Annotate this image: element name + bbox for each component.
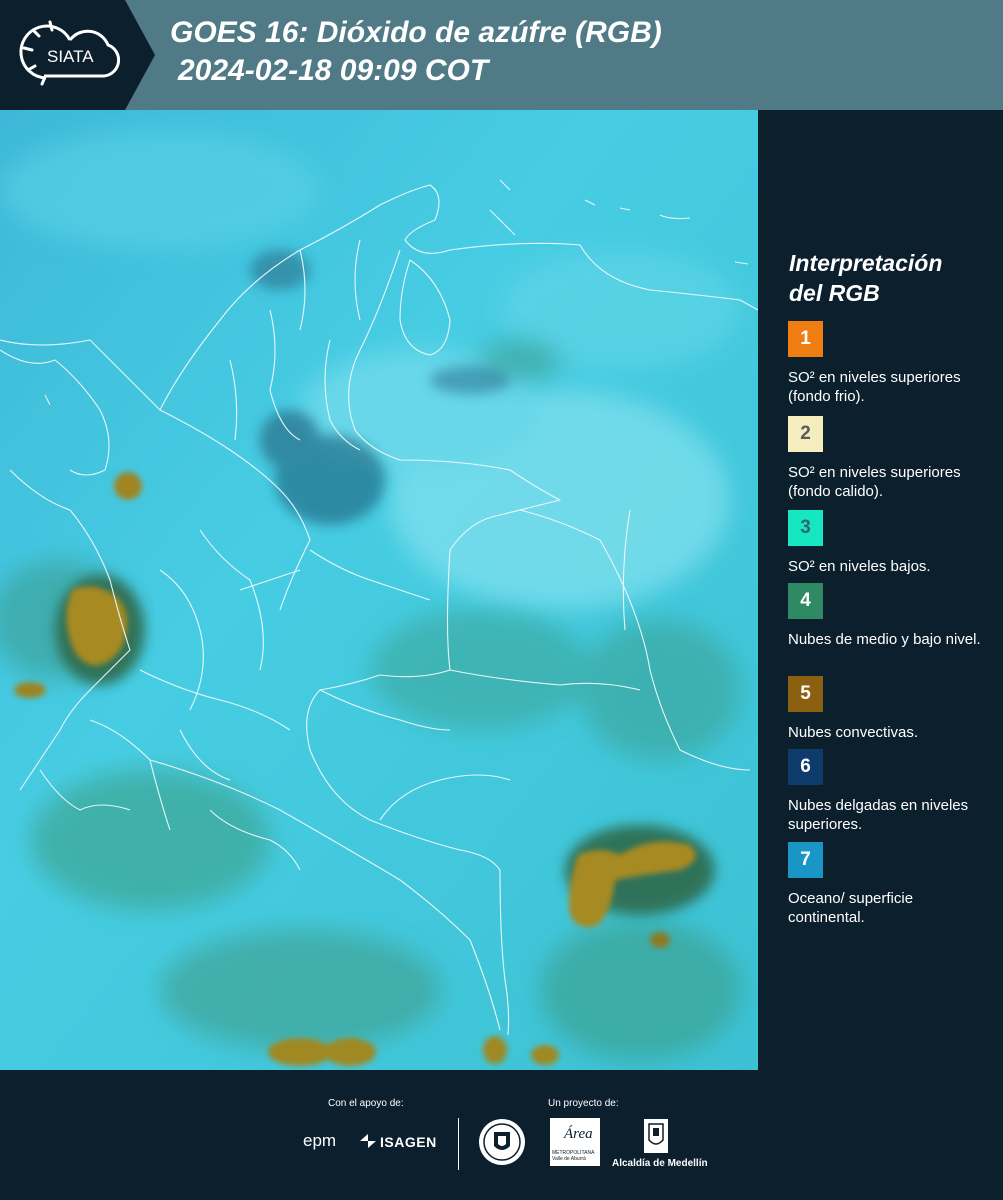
medellin-seal-icon <box>478 1118 526 1171</box>
epm-logo: epm <box>303 1131 337 1150</box>
isagen-icon <box>358 1132 378 1155</box>
legend-swatch: 6 <box>788 749 823 785</box>
legend-text: Nubes delgadas en niveles superiores. <box>788 797 969 833</box>
support-label: Con el apoyo de: <box>328 1098 404 1109</box>
page-title: GOES 16: Dióxido de azúfre (RGB) 2024-02… <box>170 14 662 90</box>
legend-item-4: 4 Nubes de medio y bajo nivel. <box>788 583 993 649</box>
rgb-legend: Interpretación del RGB 1 SO² en niveles … <box>762 110 1003 1070</box>
header-bar: SIATA GOES 16: Dióxido de azúfre (RGB) 2… <box>0 0 1003 110</box>
legend-swatch: 1 <box>788 321 823 357</box>
project-label: Un proyecto de: <box>548 1098 619 1109</box>
legend-swatch: 5 <box>788 676 823 712</box>
footer: Con el apoyo de: Un proyecto de: epm ISA… <box>0 1070 1003 1200</box>
legend-item-7: 7 Oceano/ superficie continental. <box>788 842 993 927</box>
area-metropolitana-logo: Área METROPOLITANA Valle de Aburrá <box>550 1118 600 1166</box>
legend-item-2: 2 SO² en niveles superiores (fondo calid… <box>788 416 993 501</box>
satellite-map <box>0 110 758 1070</box>
legend-item-3: 3 SO² en niveles bajos. <box>788 510 993 576</box>
svg-text:SIATA: SIATA <box>47 47 94 66</box>
legend-text: SO² en niveles superiores (fondo frio). <box>788 369 961 405</box>
title-product: GOES 16: Dióxido de azúfre (RGB) <box>170 16 662 49</box>
title-timestamp: 2024-02-18 09:09 COT <box>178 54 489 87</box>
legend-item-5: 5 Nubes convectivas. <box>788 676 993 742</box>
area-logo-caption: METROPOLITANA Valle de Aburrá <box>552 1150 595 1162</box>
legend-text: Oceano/ superficie continental. <box>788 890 914 926</box>
area-logo-name: Área <box>564 1126 593 1142</box>
alcaldia-shield-icon <box>643 1118 669 1159</box>
legend-text: Nubes convectivas. <box>788 724 919 741</box>
legend-swatch: 7 <box>788 842 823 878</box>
legend-swatch: 2 <box>788 416 823 452</box>
siata-logo: SIATA <box>0 0 155 110</box>
legend-item-6: 6 Nubes delgadas en niveles superiores. <box>788 749 993 834</box>
legend-text: SO² en niveles bajos. <box>788 558 931 575</box>
legend-swatch: 4 <box>788 583 823 619</box>
legend-item-1: 1 SO² en niveles superiores (fondo frio)… <box>788 321 993 406</box>
footer-divider <box>458 1118 459 1170</box>
isagen-logo: ISAGEN <box>380 1134 437 1150</box>
legend-text: Nubes de medio y bajo nivel. <box>788 631 981 648</box>
legend-text: SO² en niveles superiores (fondo calido)… <box>788 464 961 500</box>
alcaldia-name: Alcaldía de Medellín <box>612 1158 708 1169</box>
legend-title: Interpretación del RGB <box>789 250 943 306</box>
legend-swatch: 3 <box>788 510 823 546</box>
